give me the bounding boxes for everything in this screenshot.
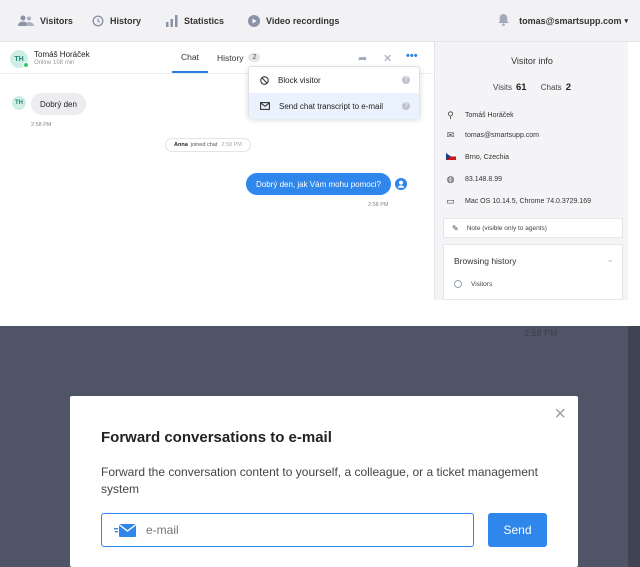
email-field[interactable] (101, 513, 474, 547)
globe-icon: ◍ (446, 173, 455, 184)
email-input[interactable] (146, 514, 466, 546)
chevron-down-icon: ▾ (624, 18, 628, 25)
close-chat-icon[interactable]: ✕ (383, 52, 392, 65)
right-edge (628, 42, 640, 300)
chevron-down-icon[interactable]: ⌄ (606, 254, 614, 265)
visitor-email-row: ✉ tomas@smartsupp.com (445, 128, 539, 142)
system-message: Anna joined chat 2:58 PM (165, 138, 251, 152)
visitor-name-row: ⚲ Tomáš Horáček (445, 108, 514, 122)
system-agent-name: Anna (174, 142, 188, 148)
send-transcript-label: Send chat transcript to e-mail (279, 101, 384, 111)
block-visitor-label: Block visitor (278, 75, 321, 85)
history-icon (92, 15, 104, 27)
chats-count: 2 (565, 82, 571, 93)
visitor-ip-value: 83.148.8.99 (465, 175, 502, 183)
edit-icon: ✎ (452, 223, 459, 233)
visits-label: Visits (493, 83, 512, 92)
envelope-send-icon (114, 523, 136, 537)
visitor-name-value: Tomáš Horáček (465, 111, 514, 119)
agent-avatar-icon (395, 178, 407, 190)
browsing-history-panel[interactable]: Browsing history ⌄ Visitors (443, 244, 623, 300)
nav-statistics-label: Statistics (184, 16, 225, 26)
nav-statistics[interactable]: Statistics (166, 0, 224, 42)
visitor-device-row: ▭ Mac OS 10.14.5, Chrome 74.0.3729.169 (445, 194, 591, 208)
system-message-time: 2:58 PM (221, 142, 242, 148)
monitor-icon: ▭ (446, 195, 455, 206)
history-count-badge: 2 (248, 53, 261, 62)
envelope-icon: ✉ (446, 129, 455, 140)
visitor-info-title: Visitor info (511, 56, 553, 66)
visitor-ip-row: ◍ 83.148.8.99 (445, 172, 502, 186)
visits-count: 61 (515, 82, 527, 93)
tab-chat[interactable]: Chat (172, 42, 208, 73)
nav-visitors-label: Visitors (40, 16, 73, 26)
background-message-time: 2:58 PM (524, 328, 558, 338)
video-icon (248, 15, 260, 27)
modal-title: Forward conversations to e-mail (101, 429, 332, 446)
nav-history[interactable]: History (92, 0, 141, 42)
browsing-history-item-label: Visitors (471, 280, 493, 288)
browsing-history-item[interactable]: Visitors (454, 280, 492, 288)
help-icon[interactable]: ? (402, 76, 410, 84)
visitor-name: Tomáš Horáček (34, 50, 90, 59)
agent-note-placeholder: Note (visible only to agents) (466, 224, 547, 232)
modal-overlay: 2:58 PM × Forward conversations to e-mai… (0, 326, 640, 567)
flag-cz-icon (445, 152, 456, 162)
envelope-icon (260, 102, 270, 110)
nav-history-label: History (110, 16, 142, 26)
visitors-icon (18, 15, 34, 26)
more-options-dropdown: Block visitor ? Send chat transcript to … (248, 66, 420, 119)
visitor-location-value: Brno, Czechia (465, 153, 509, 161)
outgoing-message-time: 2:58 PM (368, 202, 389, 208)
forward-conversation-modal: × Forward conversations to e-mail Forwar… (70, 396, 578, 567)
block-icon (260, 75, 269, 85)
online-status-dot (23, 62, 29, 68)
user-email: tomas@smartsupp.com (519, 16, 622, 26)
send-transcript-item[interactable]: Send chat transcript to e-mail ? (249, 93, 419, 119)
visitor-device-value: Mac OS 10.14.5, Chrome 74.0.3729.169 (465, 197, 592, 205)
nav-video-recordings-label: Video recordings (266, 16, 340, 26)
incoming-message-time: 2:58 PM (31, 122, 52, 128)
visitor-status: Online 108 min (34, 60, 75, 66)
visitor-location-row: Brno, Czechia (445, 150, 509, 164)
tab-chat-label: Chat (181, 51, 199, 62)
bell-icon[interactable] (498, 14, 509, 26)
send-button[interactable]: Send (488, 513, 547, 547)
incoming-message: Dobrý den (31, 93, 86, 115)
close-icon[interactable]: × (554, 404, 566, 424)
visitor-email-value[interactable]: tomas@smartsupp.com (465, 132, 539, 139)
chats-label: Chats (540, 83, 562, 92)
overlay-scrollbar-strip (628, 326, 640, 567)
help-icon[interactable]: ? (402, 102, 410, 110)
incoming-avatar: TH (12, 96, 26, 110)
user-menu[interactable]: tomas@smartsupp.com ▾ (519, 0, 628, 42)
top-navigation-bar: Visitors History Statistics Video record… (0, 0, 640, 42)
agent-note-field[interactable]: ✎ Note (visible only to agents) (443, 218, 623, 238)
page-circle-icon (454, 280, 462, 288)
system-message-text: joined chat (190, 142, 218, 148)
nav-video-recordings[interactable]: Video recordings (248, 0, 339, 42)
block-visitor-item[interactable]: Block visitor ? (249, 67, 419, 93)
browsing-history-title: Browsing history (454, 256, 517, 266)
nav-visitors[interactable]: Visitors (18, 0, 73, 42)
tab-history-label: History (217, 52, 244, 63)
chat-app-panel: Visitors History Statistics Video record… (0, 0, 640, 300)
visitor-info-sidebar: Visitor info Visits 61 Chats 2 ⚲ Tomáš Hor… (434, 42, 628, 300)
outgoing-message: Dobrý den, jak Vám mohu pomoci? (246, 173, 391, 195)
person-icon: ⚲ (447, 109, 454, 120)
modal-description: Forward the conversation content to your… (101, 465, 538, 496)
forward-icon[interactable]: ➦ (358, 52, 367, 65)
visitor-stats: Visits 61 Chats 2 (435, 82, 629, 93)
more-options-icon[interactable]: ••• (406, 50, 418, 62)
statistics-icon (166, 15, 178, 27)
